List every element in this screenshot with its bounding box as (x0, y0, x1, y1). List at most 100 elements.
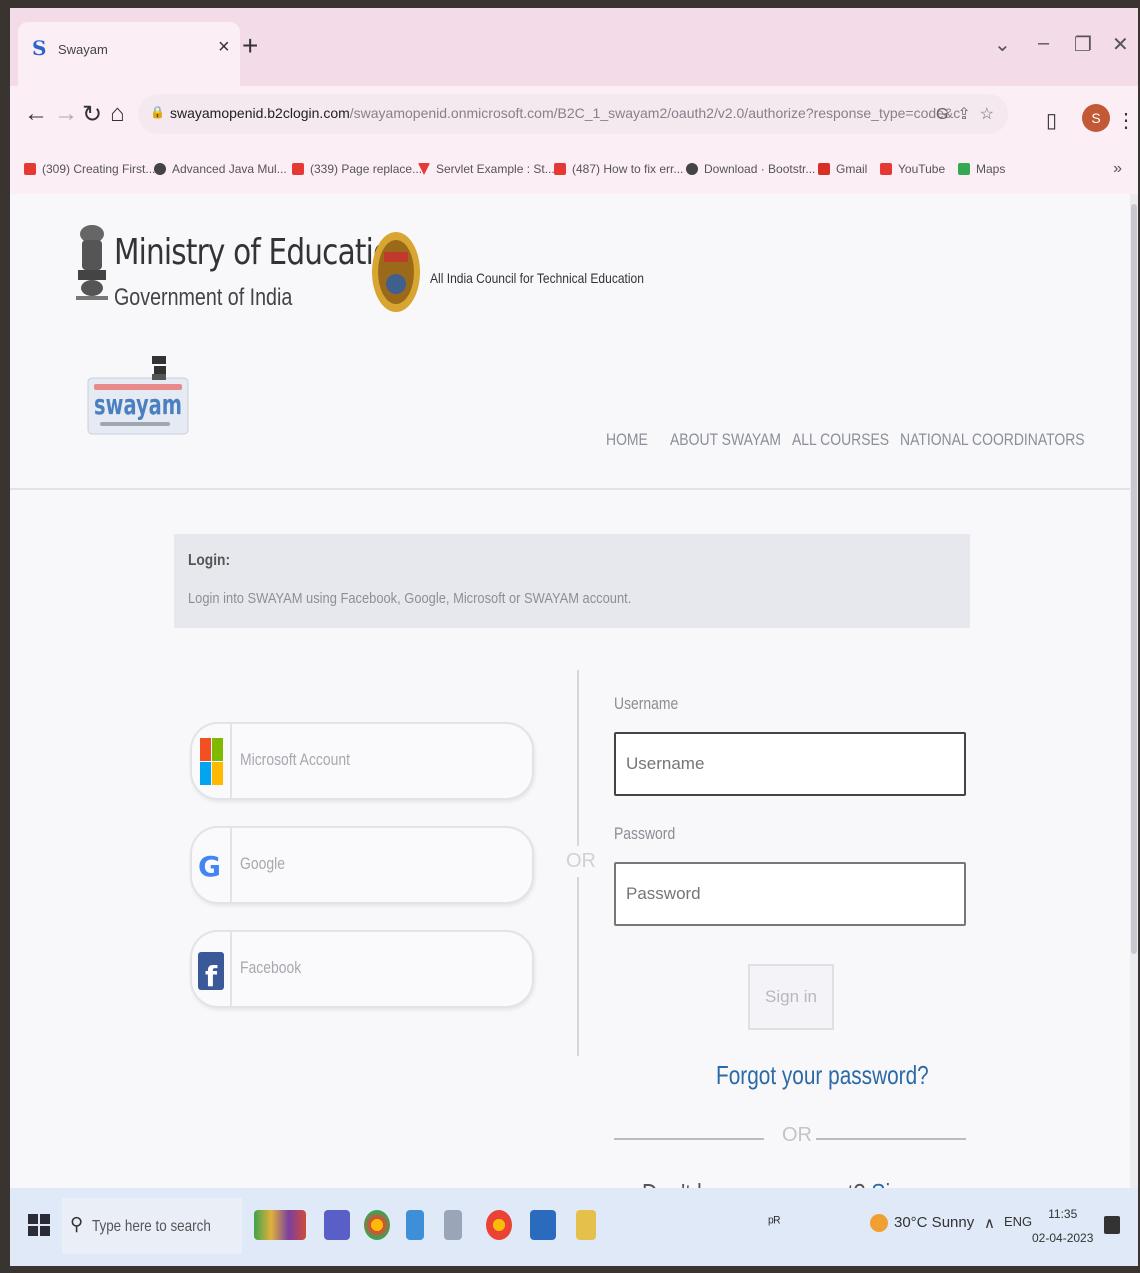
bookmark-label: Gmail (836, 162, 868, 176)
bookmark-label: Advanced Java Mul... (172, 162, 287, 176)
lock-icon: 🔒 (150, 105, 165, 119)
page-scroll-thumb[interactable] (1131, 204, 1137, 954)
nav-national-coordinators[interactable]: NATIONAL COORDINATORS (900, 430, 1085, 450)
app-icon[interactable] (444, 1210, 462, 1240)
new-tab-icon[interactable]: + (242, 32, 258, 60)
bookmark-icon (154, 163, 166, 175)
weather-icon (870, 1214, 888, 1232)
bookmark-label: (487) How to fix err... (572, 162, 684, 176)
bookmark-item[interactable]: (309) Creating First... (24, 162, 155, 176)
screen: S Swayam × + ⌄ – ❐ ✕ ← → ↻ ⌂ 🔒 swayamope… (10, 8, 1138, 1266)
login-subtext: Login into SWAYAM using Facebook, Google… (188, 590, 632, 607)
bookmark-label: Servlet Example : St... (436, 162, 555, 176)
bookmark-item[interactable]: Download · Bootstr... (686, 162, 815, 176)
reload-icon[interactable]: ↻ (82, 100, 102, 129)
language-indicator[interactable]: ENG (1004, 1214, 1032, 1229)
bookmark-label: YouTube (898, 162, 946, 176)
clock[interactable]: 11:35 02-04-2023 (1032, 1202, 1093, 1250)
bookmark-label: (339) Page replace... (310, 162, 423, 176)
more-bookmarks-icon[interactable]: » (1113, 160, 1122, 178)
youtube-icon (880, 163, 892, 175)
facebook-icon: f (192, 932, 232, 1006)
bookmark-item[interactable]: Servlet Example : St... (418, 162, 555, 176)
file-explorer-icon[interactable] (576, 1210, 596, 1240)
aicte-text: All India Council for Technical Educatio… (430, 270, 644, 286)
taskbar-search[interactable]: ⚲ Type here to search (62, 1198, 242, 1254)
google-icon: G (192, 828, 232, 902)
outlook-icon[interactable] (530, 1210, 556, 1240)
clock-time: 11:35 (1048, 1207, 1078, 1221)
windows-start-icon[interactable] (28, 1214, 50, 1236)
swayam-logo[interactable]: swayam (82, 354, 192, 440)
taskbar: ⚲ Type here to search ᵖᴿ 30°C Sunny ∧ EN… (10, 1188, 1138, 1266)
back-icon[interactable]: ← (24, 100, 48, 128)
ministry-title: Ministry of Education (114, 232, 409, 273)
password-label: Password (614, 824, 676, 843)
address-bar[interactable]: 🔒 swayamopenid.b2clogin.com/swayamopenid… (138, 94, 1008, 134)
facebook-login-button[interactable]: f Facebook (190, 930, 534, 1008)
svg-text:f: f (205, 960, 218, 993)
facebook-label: Facebook (240, 958, 302, 977)
close-window-icon[interactable]: ✕ (1112, 32, 1129, 57)
page-content: Ministry of Education Government of Indi… (10, 194, 1130, 1208)
username-input[interactable] (614, 732, 966, 796)
svg-text:swayam: swayam (94, 388, 182, 421)
or-vertical-label: OR (566, 846, 596, 877)
nav-home[interactable]: HOME (606, 430, 648, 450)
search-icon: ⚲ (70, 1214, 84, 1234)
menu-icon[interactable]: ⋮ (1116, 108, 1136, 133)
restore-icon[interactable]: ❐ (1074, 32, 1092, 57)
sign-in-button[interactable]: Sign in (748, 964, 834, 1030)
widget-icon[interactable] (254, 1210, 306, 1240)
bookmark-item[interactable]: Advanced Java Mul... (154, 162, 287, 176)
minimize-icon[interactable]: – (1038, 32, 1049, 55)
home-icon[interactable]: ⌂ (110, 100, 125, 128)
app-icon[interactable] (406, 1210, 424, 1240)
password-input[interactable] (614, 862, 966, 926)
google-login-button[interactable]: G Google (190, 826, 534, 904)
tab-close-icon[interactable]: × (218, 36, 230, 59)
username-label: Username (614, 694, 679, 713)
nav-all-courses[interactable]: ALL COURSES (792, 430, 889, 450)
national-emblem-icon (76, 225, 108, 300)
bookmark-item[interactable]: Maps (958, 162, 1005, 176)
favicon-icon: S (32, 36, 47, 60)
address-bar-icons[interactable]: G ⇪ ☆ (936, 104, 994, 124)
svg-text:G: G (198, 850, 221, 883)
bookmark-icon (686, 163, 698, 175)
bookmark-icon (292, 163, 304, 175)
forgot-password-link[interactable]: Forgot your password? (716, 1060, 929, 1091)
gmail-icon (818, 163, 830, 175)
or-horizontal-label: OR (782, 1124, 812, 1146)
url-text: swayamopenid.b2clogin.com/swayamopenid.o… (170, 105, 960, 121)
url-host: swayamopenid.b2clogin.com (170, 105, 350, 121)
bookmark-label: Maps (976, 162, 1006, 176)
bookmark-item[interactable]: (339) Page replace... (292, 162, 422, 176)
tab-search-icon[interactable]: ⌄ (994, 32, 1011, 57)
clock-date: 02-04-2023 (1032, 1231, 1094, 1245)
forward-icon[interactable]: → (54, 100, 78, 128)
notification-icon[interactable] (1104, 1216, 1120, 1234)
bookmark-icon (24, 163, 36, 175)
url-path: /swayamopenid.onmicrosoft.com/B2C_1_sway… (349, 105, 960, 121)
profile-avatar[interactable]: S (1082, 104, 1110, 132)
search-placeholder: Type here to search (92, 1218, 211, 1235)
bookmark-item[interactable]: Gmail (818, 162, 867, 176)
sidebar-icon[interactable]: ▯ (1046, 108, 1057, 133)
tray-chevron-icon[interactable]: ∧ (984, 1214, 995, 1232)
weather-text[interactable]: 30°C Sunny (894, 1214, 974, 1231)
google-label: Google (240, 854, 285, 873)
bookmark-item[interactable]: YouTube (880, 162, 945, 176)
teams-icon[interactable] (324, 1210, 350, 1240)
chrome-icon[interactable] (364, 1210, 390, 1240)
bookmark-item[interactable]: (487) How to fix err... (554, 162, 683, 176)
tab-swayam[interactable]: S Swayam × (18, 22, 240, 86)
nav-about-swayam[interactable]: ABOUT SWAYAM (670, 430, 781, 450)
ministry-subtitle: Government of India (114, 284, 293, 311)
people-icon[interactable]: ᵖᴿ (768, 1214, 780, 1231)
microsoft-login-button[interactable]: Microsoft Account (190, 722, 534, 800)
chrome-profile-icon[interactable] (486, 1210, 512, 1240)
bookmark-label: Download · Bootstr... (704, 162, 816, 176)
tab-strip: S Swayam × + ⌄ – ❐ ✕ (10, 8, 1138, 86)
login-heading: Login: (188, 552, 231, 569)
